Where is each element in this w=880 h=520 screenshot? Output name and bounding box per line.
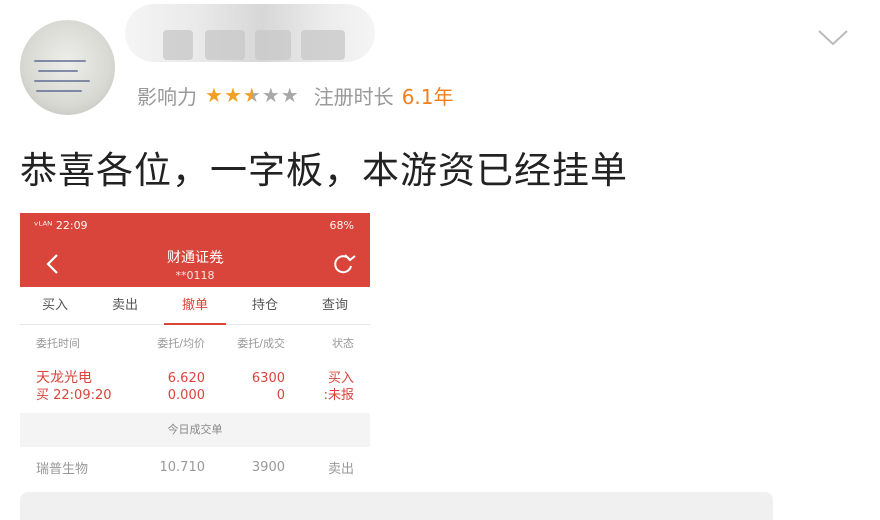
column-header: 委托/成交 — [237, 337, 285, 350]
post-text: 恭喜各位，一字板，本游资已经挂单 — [20, 149, 628, 192]
profile-meta: 影响力 ★★★★★ 注册时长 6.1年 — [137, 80, 454, 110]
column-header: 状态 — [332, 337, 354, 350]
username-blurred[interactable] — [125, 4, 375, 62]
order-filled: 0 — [276, 388, 285, 403]
tab-sell: 卖出 — [111, 298, 138, 313]
status-bar-battery: 68% — [329, 219, 354, 232]
order-qty: 6300 — [251, 371, 285, 386]
trade-stock-name: 瑞普生物 — [36, 461, 89, 477]
order-row: 天龙光电 买 22:09:20 6.620 0.000 6300 0 买入 :未… — [20, 361, 370, 413]
table-header: 委托时间 委托/均价 委托/成交 状态 — [20, 325, 370, 361]
status-bar-left: ᵛᴸᴬᴺ 22:09 — [34, 219, 88, 232]
refresh-icon — [334, 254, 356, 274]
app-header: ᵛᴸᴬᴺ 22:09 68% 财通证券 **0118 ⌄ — [20, 213, 370, 287]
caret-down-icon: ⌄ — [216, 253, 227, 267]
order-time: 买 22:09:20 — [36, 388, 112, 403]
broker-name: 财通证券 — [167, 250, 223, 266]
influence-stars: ★★★★★ — [205, 83, 300, 107]
tab-buy: 买入 — [41, 298, 68, 313]
registration-value: 6.1年 — [401, 84, 454, 109]
star-icon: ★ — [223, 83, 243, 107]
trade-side: 卖出 — [327, 461, 354, 477]
column-header: 委托/均价 — [157, 337, 205, 350]
bottom-bar — [20, 492, 773, 520]
column-header: 委托时间 — [36, 337, 80, 350]
tab-query: 查询 — [321, 298, 348, 313]
tab-positions: 持仓 — [251, 298, 278, 313]
order-side: 买入 — [327, 371, 354, 386]
star-icon: ★ — [205, 83, 224, 107]
chevron-down-icon[interactable] — [816, 26, 850, 48]
post-image-screenshot[interactable]: ᵛᴸᴬᴺ 22:09 68% 财通证券 **0118 ⌄ 买入 卖出 撤单 持仓… — [20, 213, 370, 490]
star-empty-icon: ★ — [280, 83, 300, 107]
order-avg-price: 0.000 — [167, 388, 205, 403]
order-price: 6.620 — [167, 371, 205, 386]
star-half-icon: ★ — [242, 83, 262, 107]
influence-label: 影响力 — [137, 84, 197, 109]
broker-title: 财通证券 **0118 — [20, 247, 370, 282]
trade-price: 10.710 — [159, 459, 206, 475]
user-avatar[interactable] — [20, 20, 115, 115]
tab-cancel: 撤单 — [160, 287, 230, 325]
order-status: :未报 — [323, 388, 354, 403]
section-title: 今日成交单 — [20, 413, 370, 447]
star-empty-icon: ★ — [261, 83, 281, 107]
trade-tabs: 买入 卖出 撤单 持仓 查询 — [20, 287, 370, 325]
order-stock-name: 天龙光电 — [36, 370, 92, 386]
account-number: **0118 — [175, 269, 215, 282]
trade-qty: 3900 — [251, 459, 285, 475]
trade-row: 瑞普生物 10.710 3900 卖出 — [20, 447, 370, 487]
registration-label: 注册时长 — [313, 84, 394, 109]
